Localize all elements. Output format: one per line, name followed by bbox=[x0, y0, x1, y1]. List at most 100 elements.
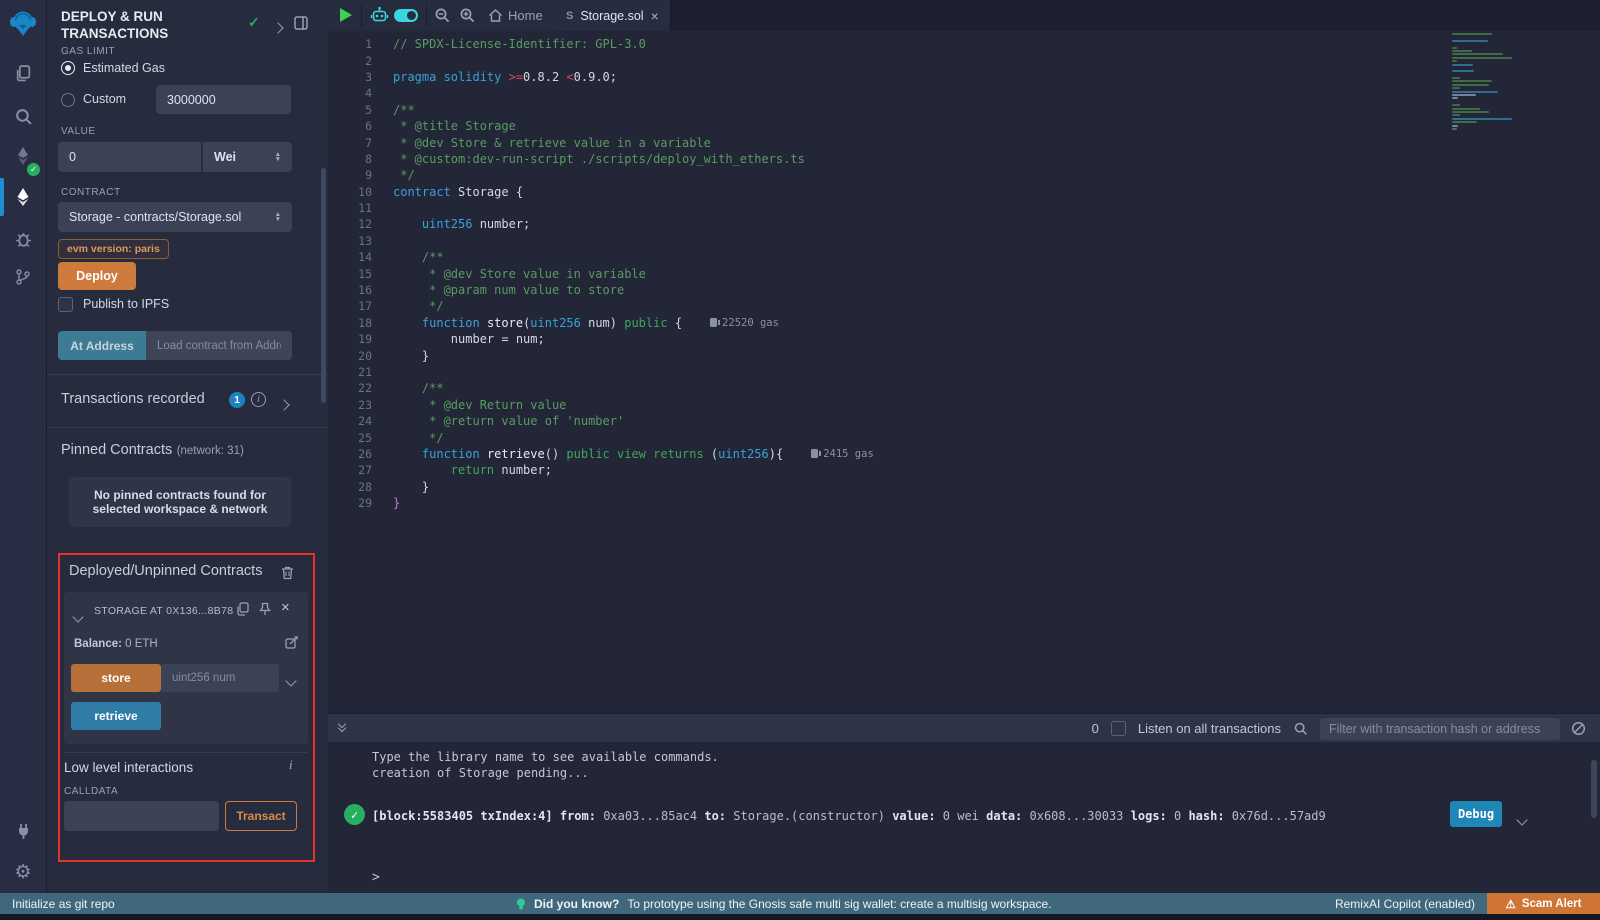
minimap-line bbox=[1452, 40, 1488, 42]
settings-gear-icon[interactable] bbox=[0, 854, 46, 890]
line-number: 26 bbox=[328, 447, 372, 461]
terminal-collapse-icon[interactable] bbox=[339, 721, 345, 731]
plugin-manager-icon[interactable] bbox=[0, 813, 46, 849]
debugger-icon[interactable] bbox=[0, 221, 46, 257]
custom-gas-input[interactable]: 3000000 bbox=[156, 85, 291, 114]
code-line[interactable]: 9 */ bbox=[328, 167, 1600, 183]
run-script-icon[interactable] bbox=[340, 8, 352, 22]
retrieve-function-button[interactable]: retrieve bbox=[71, 702, 161, 730]
code-line[interactable]: 6 * @title Storage bbox=[328, 118, 1600, 134]
tab-close-icon[interactable] bbox=[651, 8, 659, 24]
deploy-run-icon[interactable] bbox=[0, 179, 46, 215]
code-line[interactable]: 2 bbox=[328, 52, 1600, 68]
contract-collapse-icon[interactable] bbox=[74, 608, 82, 626]
code-editor[interactable]: 1// SPDX-License-Identifier: GPL-3.023pr… bbox=[328, 31, 1600, 713]
at-address-input[interactable]: Load contract from Addre bbox=[146, 331, 292, 360]
deploy-button[interactable]: Deploy bbox=[58, 262, 136, 290]
minimap-line bbox=[1452, 70, 1474, 72]
panel-pin-layout-icon[interactable] bbox=[294, 16, 308, 30]
code-line[interactable]: 29} bbox=[328, 495, 1600, 511]
copilot-status[interactable]: RemixAI Copilot (enabled) bbox=[1335, 897, 1475, 911]
tab-storage-sol[interactable]: S Storage.sol bbox=[555, 0, 671, 31]
debug-button[interactable]: Debug bbox=[1450, 801, 1502, 827]
value-input[interactable]: 0 bbox=[58, 142, 201, 172]
code-line[interactable]: 27 return number; bbox=[328, 462, 1600, 478]
edit-balance-icon[interactable] bbox=[285, 636, 298, 649]
code-line[interactable]: 10contract Storage { bbox=[328, 184, 1600, 200]
search-icon[interactable] bbox=[0, 98, 46, 134]
git-icon[interactable] bbox=[0, 259, 46, 295]
ai-copilot-robot-icon[interactable] bbox=[370, 6, 389, 25]
code-line[interactable]: 18 function store(uint256 num) public {2… bbox=[328, 315, 1600, 331]
code-line[interactable]: 4 bbox=[328, 85, 1600, 101]
clear-console-icon[interactable] bbox=[1571, 721, 1586, 736]
remove-contract-icon[interactable] bbox=[281, 599, 290, 616]
code-line[interactable]: 15 * @dev Store value in variable bbox=[328, 265, 1600, 281]
status-bar: Initialize as git repo Did you know? To … bbox=[0, 893, 1600, 914]
zoom-in-icon[interactable] bbox=[459, 7, 476, 24]
contract-card-title: STORAGE AT 0X136...8B78 bbox=[94, 605, 233, 617]
panel-expand-icon[interactable] bbox=[274, 19, 282, 37]
code-line[interactable]: 3pragma solidity >=0.8.2 <0.9.0; bbox=[328, 69, 1600, 85]
select-arrows-icon bbox=[275, 212, 281, 222]
home-tab-label[interactable]: Home bbox=[508, 8, 543, 23]
line-number: 21 bbox=[328, 365, 372, 379]
code-line[interactable]: 28 } bbox=[328, 479, 1600, 495]
listen-all-checkbox[interactable] bbox=[1111, 721, 1126, 736]
code-line[interactable]: 19 number = num; bbox=[328, 331, 1600, 347]
listen-all-label: Listen on all transactions bbox=[1138, 721, 1281, 736]
code-line[interactable]: 22 /** bbox=[328, 380, 1600, 396]
code-line[interactable]: 1// SPDX-License-Identifier: GPL-3.0 bbox=[328, 36, 1600, 52]
transactions-info-icon[interactable]: i bbox=[251, 392, 266, 407]
transaction-log-line[interactable]: [block:5583405 txIndex:4] from: 0xa03...… bbox=[372, 809, 1326, 823]
minimap-line bbox=[1452, 33, 1492, 35]
editor-minimap[interactable] bbox=[1452, 33, 1516, 131]
solidity-compiler-icon[interactable] bbox=[0, 138, 46, 174]
scam-alert-button[interactable]: Scam Alert bbox=[1487, 893, 1600, 914]
code-line[interactable]: 11 bbox=[328, 200, 1600, 216]
zoom-out-icon[interactable] bbox=[434, 7, 451, 24]
custom-gas-radio[interactable] bbox=[61, 93, 75, 107]
code-line[interactable]: 24 * @return value of 'number' bbox=[328, 413, 1600, 429]
code-line[interactable]: 20 } bbox=[328, 347, 1600, 363]
value-unit-select[interactable]: Wei bbox=[202, 142, 292, 172]
calldata-input[interactable] bbox=[64, 801, 219, 831]
pin-contract-icon[interactable] bbox=[259, 602, 271, 616]
trash-icon[interactable] bbox=[281, 566, 294, 580]
at-address-button[interactable]: At Address bbox=[58, 331, 146, 360]
terminal-filter-input[interactable]: Filter with transaction hash or address bbox=[1320, 718, 1560, 740]
low-level-info-icon[interactable]: i bbox=[289, 757, 293, 773]
code-line[interactable]: 8 * @custom:dev-run-script ./scripts/dep… bbox=[328, 151, 1600, 167]
copy-address-icon[interactable] bbox=[236, 602, 249, 616]
transact-button[interactable]: Transact bbox=[225, 801, 297, 831]
remix-logo-icon[interactable] bbox=[0, 5, 46, 41]
home-icon[interactable] bbox=[488, 8, 503, 23]
terminal[interactable]: Type the library name to see available c… bbox=[328, 742, 1600, 893]
code-line[interactable]: 21 bbox=[328, 364, 1600, 380]
code-line[interactable]: 25 */ bbox=[328, 429, 1600, 445]
code-line[interactable]: 17 */ bbox=[328, 298, 1600, 314]
copilot-toggle[interactable] bbox=[394, 9, 418, 22]
line-number: 5 bbox=[328, 103, 372, 117]
code-line[interactable]: 12 uint256 number; bbox=[328, 216, 1600, 232]
code-line[interactable]: 14 /** bbox=[328, 249, 1600, 265]
code-line[interactable]: 16 * @param num value to store bbox=[328, 282, 1600, 298]
contract-select[interactable]: Storage - contracts/Storage.sol bbox=[58, 202, 292, 232]
store-expand-icon[interactable] bbox=[287, 672, 295, 690]
store-args-input[interactable]: uint256 num bbox=[161, 664, 279, 692]
panel-scrollbar[interactable] bbox=[321, 168, 326, 403]
transactions-expand-icon[interactable] bbox=[280, 396, 288, 414]
code-line[interactable]: 26 function retrieve() public view retur… bbox=[328, 446, 1600, 462]
code-line[interactable]: 7 * @dev Store & retrieve value in a var… bbox=[328, 134, 1600, 150]
store-function-button[interactable]: store bbox=[71, 664, 161, 692]
code-line[interactable]: 23 * @dev Return value bbox=[328, 397, 1600, 413]
file-explorer-icon[interactable] bbox=[0, 55, 46, 91]
minimap-line bbox=[1452, 80, 1492, 82]
tx-expand-icon[interactable] bbox=[1518, 809, 1526, 828]
git-init-button[interactable]: Initialize as git repo bbox=[12, 897, 115, 911]
terminal-scrollbar[interactable] bbox=[1591, 760, 1597, 818]
code-line[interactable]: 5/** bbox=[328, 102, 1600, 118]
publish-ipfs-checkbox[interactable] bbox=[58, 297, 73, 312]
code-line[interactable]: 13 bbox=[328, 233, 1600, 249]
estimated-gas-radio[interactable] bbox=[61, 61, 75, 75]
